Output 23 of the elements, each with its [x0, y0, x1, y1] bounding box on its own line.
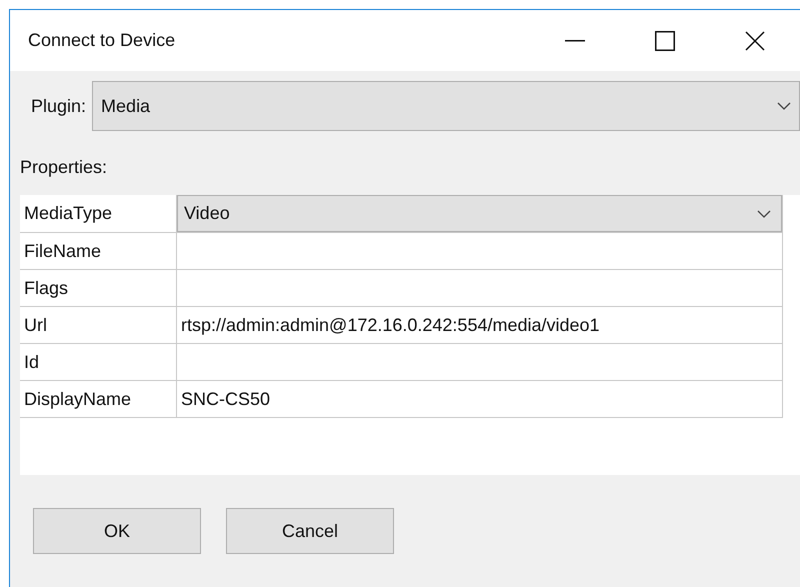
property-value[interactable]	[176, 344, 782, 380]
plugin-dropdown[interactable]: Media	[92, 81, 800, 131]
property-name: Url	[20, 306, 176, 344]
chevron-down-icon	[777, 102, 791, 110]
property-value[interactable]: SNC-CS50	[176, 380, 782, 418]
close-icon	[745, 30, 765, 50]
window-title: Connect to Device	[27, 30, 176, 51]
maximize-icon	[655, 30, 675, 50]
property-name: MediaType	[20, 195, 176, 232]
dialog-button[interactable]: Cancel	[226, 508, 394, 554]
property-value[interactable]	[176, 270, 782, 306]
dialog-button[interactable]: OK	[33, 508, 201, 554]
property-dropdown[interactable]: Video	[177, 195, 782, 232]
properties-label: Properties:	[20, 157, 108, 179]
property-name: DisplayName	[20, 380, 176, 418]
plugin-label: Plugin:	[30, 96, 86, 116]
property-value[interactable]: rtsp://admin:admin@172.16.0.242:554/media/video1	[176, 306, 782, 344]
property-value[interactable]	[176, 232, 782, 270]
property-name: Flags	[20, 270, 176, 306]
minimize-icon	[565, 40, 585, 42]
chevron-down-icon	[757, 210, 771, 218]
property-name: FileName	[20, 232, 176, 270]
property-name: Id	[20, 344, 176, 380]
